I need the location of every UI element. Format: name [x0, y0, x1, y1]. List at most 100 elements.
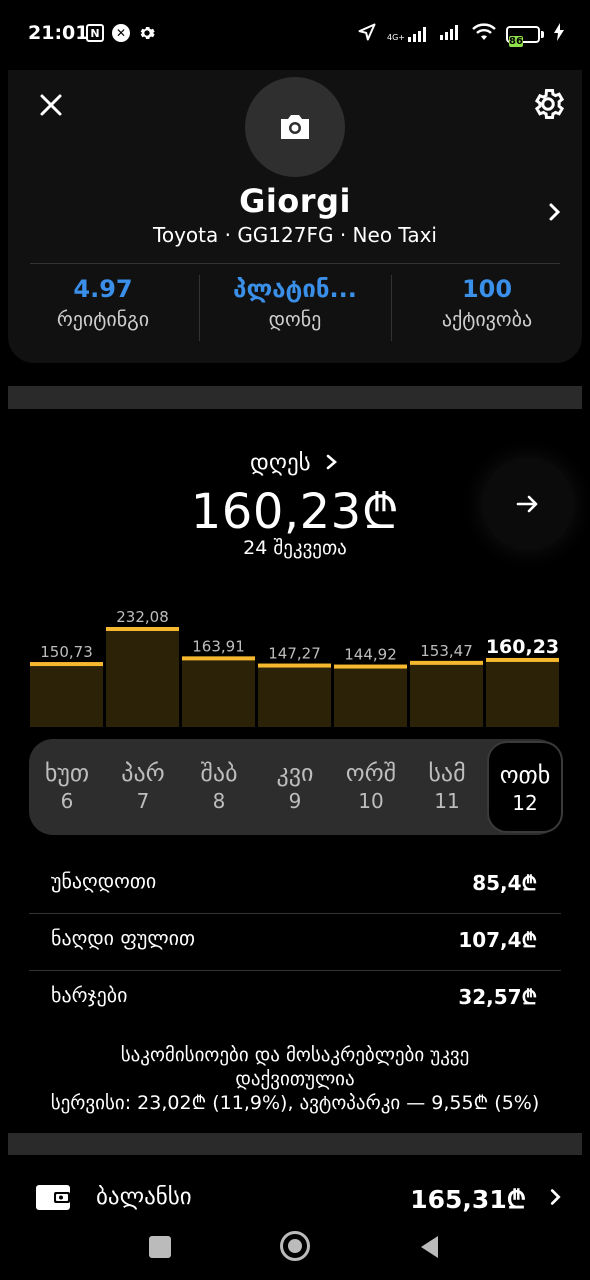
chart-bar-top [334, 664, 407, 669]
chart-value-label: 144,92 [344, 646, 397, 664]
day-tab-sun[interactable]: კვი 9 [257, 739, 333, 835]
activity-value: 100 [461, 275, 513, 303]
battery-icon: 86 [506, 25, 544, 47]
stat-activity[interactable]: 100 აქტივობა [392, 275, 582, 331]
chevron-right-icon [549, 203, 561, 221]
day-number: 10 [358, 789, 384, 813]
app-notification-icon: ✕ [112, 24, 130, 42]
stat-level[interactable]: პლატინ... დონე [200, 275, 390, 331]
profile-details-button[interactable] [542, 200, 566, 224]
camera-icon [281, 115, 309, 139]
day-tab-mon[interactable]: ორშ 10 [333, 739, 409, 835]
day-name: ორშ [345, 759, 397, 787]
day-name: ოთხ [499, 761, 551, 789]
recent-apps-button[interactable] [149, 1236, 171, 1258]
day-number: 9 [288, 789, 302, 813]
next-day-button[interactable] [482, 458, 574, 550]
chart-value-label: 147,27 [268, 645, 321, 663]
section-divider [8, 386, 582, 409]
day-number: 12 [512, 791, 538, 815]
activity-label: აქტივობა [441, 307, 533, 331]
gear-icon [534, 89, 565, 119]
day-name: პარ [121, 759, 165, 787]
day-name: კვი [276, 759, 314, 787]
day-number: 7 [136, 789, 150, 813]
back-button[interactable] [418, 1234, 442, 1260]
commission-breakdown: სერვისი: 23,02₾ (11,9%), ავტოპარკი — 9,5… [50, 1092, 540, 1114]
chevron-right-icon [326, 454, 337, 470]
day-selector: ხუთ 6 პარ 7 შაბ 8 კვი 9 ორშ 10 სამ 11 ოთ… [29, 739, 563, 835]
network-type: 4G+ [387, 33, 405, 42]
summary-value: 32,57₾ [458, 985, 537, 1009]
commission-line: საკომისიოები და მოსაკრებლები უკვე [120, 1044, 470, 1066]
chart-bar[interactable] [30, 662, 103, 727]
today-label: დღეს [250, 450, 311, 476]
commission-note: საკომისიოები და მოსაკრებლები უკვე დაქვით… [0, 1043, 590, 1115]
system-nav-bar [0, 1226, 590, 1280]
wifi-icon [472, 23, 496, 45]
battery-level: 86 [509, 35, 523, 47]
stat-rating[interactable]: 4.97 რეიტინგი [8, 275, 198, 331]
chart-bar-top [30, 662, 103, 667]
day-number: 6 [60, 789, 74, 813]
avatar-upload-button[interactable] [245, 77, 345, 177]
chart-bar[interactable] [486, 657, 559, 727]
chart-bar[interactable] [334, 664, 407, 727]
status-system-icons: 4G+ 86 [357, 22, 564, 47]
day-tab-thu[interactable]: ხუთ 6 [29, 739, 105, 835]
summary-row-cash: ნაღდი ფულით 107,4₾ [29, 914, 561, 970]
wallet-icon [34, 1182, 72, 1212]
gear-small-icon [138, 24, 156, 42]
day-name: შაბ [200, 759, 238, 787]
day-tab-tue[interactable]: სამ 11 [409, 739, 485, 835]
chart-bar-top [106, 627, 179, 631]
chart-value-label: 150,73 [40, 643, 93, 661]
vehicle-info[interactable]: Toyota · GG127FG · Neo Taxi [8, 223, 582, 247]
summary-label: ხარჯები [51, 983, 128, 1007]
rating-label: რეიტინგი [56, 307, 150, 331]
chart-bar-top [258, 663, 331, 668]
home-button[interactable] [280, 1231, 310, 1261]
commission-line: დაქვითულია [235, 1068, 355, 1090]
summary-label: უნაღდოთი [51, 869, 157, 893]
chart-bar-top [486, 657, 559, 662]
day-tab-wed-selected[interactable]: ოთხ 12 [487, 741, 563, 833]
chart-value-label: 160,23 [486, 636, 559, 658]
chart-bar-top [182, 656, 255, 661]
day-tab-sat[interactable]: შაბ 8 [181, 739, 257, 835]
back-triangle-icon [421, 1236, 438, 1258]
charging-icon [554, 23, 564, 45]
day-name: ხუთ [44, 759, 90, 787]
balance-value: 165,31₾ [410, 1185, 526, 1214]
chart-bar[interactable] [182, 656, 255, 727]
stats-divider [30, 263, 560, 264]
summary-row-expenses: ხარჯები 32,57₾ [29, 971, 561, 1027]
chart-value-label: 232,08 [116, 608, 169, 626]
chart-bar[interactable] [410, 660, 483, 727]
balance-label: ბალანსი [96, 1184, 192, 1210]
chart-bar-top [410, 660, 483, 665]
chart-bar[interactable] [258, 663, 331, 727]
close-icon [40, 94, 62, 116]
chart-value-label: 153,47 [420, 642, 473, 660]
balance-row[interactable]: ბალანსი 165,31₾ [0, 1170, 590, 1226]
day-number: 11 [434, 789, 460, 813]
summary-row-cashless: უნაღდოთი 85,4₾ [29, 857, 561, 913]
day-tab-fri[interactable]: პარ 7 [105, 739, 181, 835]
status-notification-icons: N ✕ [86, 24, 156, 42]
level-value: პლატინ... [233, 275, 357, 303]
section-divider [8, 1133, 582, 1155]
chevron-right-icon [544, 1186, 566, 1208]
status-time: 21:01 [28, 22, 89, 44]
earnings-bar-chart: 150,73 232,08 163,91 147,27 144,92 153,47 160,… [30, 608, 559, 727]
rating-value: 4.97 [73, 275, 133, 303]
summary-value: 85,4₾ [472, 871, 537, 895]
level-label: დონე [268, 307, 322, 331]
cell-signal-2-icon [440, 24, 462, 44]
close-button[interactable] [36, 90, 66, 120]
settings-button[interactable] [530, 86, 566, 122]
summary-value: 107,4₾ [458, 928, 537, 952]
chart-bar[interactable] [106, 627, 179, 727]
driver-name[interactable]: Giorgi [8, 182, 582, 220]
arrow-right-icon [516, 495, 538, 513]
